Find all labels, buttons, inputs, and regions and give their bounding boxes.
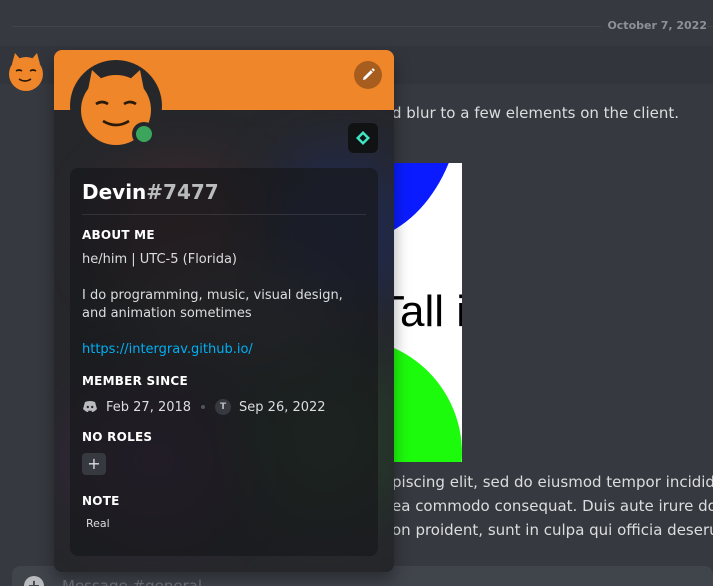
- about-link[interactable]: https://intergrav.github.io/: [82, 342, 253, 357]
- discord-icon: [83, 401, 97, 412]
- add-attachment-icon[interactable]: +: [24, 576, 44, 586]
- message-text: d blur to a few elements on the client.: [392, 104, 679, 122]
- note-input[interactable]: Real: [82, 517, 366, 530]
- discord-join-date: Feb 27, 2018: [106, 399, 192, 415]
- member-since-row: Feb 27, 2018 T Sep 26, 2022: [82, 397, 366, 417]
- message-text-lorem-1: piscing elit, sed do eiusmod tempor inci…: [392, 473, 713, 491]
- about-me-heading: About Me: [82, 228, 155, 242]
- profile-avatar[interactable]: [70, 60, 162, 152]
- profile-badge[interactable]: [348, 123, 378, 153]
- separator-dot: [201, 405, 206, 409]
- server-icon[interactable]: T: [215, 399, 232, 415]
- message-text-lorem-3: on proident, sunt in culpa qui officia d…: [392, 521, 713, 539]
- profile-body: Devin#7477 About Me he/him | UTC-5 (Flor…: [70, 168, 378, 556]
- edit-profile-button[interactable]: [354, 61, 382, 89]
- date-divider-label: October 7, 2022: [601, 19, 707, 32]
- message-author-avatar[interactable]: [6, 52, 46, 92]
- discriminator-text: #7477: [146, 180, 219, 204]
- image-caption-text: Tall image: [392, 287, 462, 336]
- user-profile-popout: Devin#7477 About Me he/him | UTC-5 (Flor…: [54, 50, 394, 572]
- image-green-shape: [392, 338, 462, 462]
- status-indicator: [132, 122, 156, 146]
- profile-username[interactable]: Devin#7477: [82, 180, 366, 204]
- server-join-date: Sep 26, 2022: [239, 399, 326, 415]
- pencil-icon: [363, 68, 375, 80]
- member-since-heading: Member Since: [82, 374, 188, 388]
- about-line-pronouns: he/him | UTC-5 (Florida): [82, 252, 238, 267]
- note-heading: Note: [82, 494, 120, 508]
- about-me-text: he/him | UTC-5 (Florida) I do programmin…: [82, 251, 366, 359]
- online-status-dot: [136, 126, 152, 142]
- composer-placeholder[interactable]: Message #general: [62, 577, 202, 586]
- image-blue-shape: [392, 163, 462, 243]
- about-line-bio: I do programming, music, visual design, …: [82, 288, 343, 321]
- roles-heading: No Roles: [82, 430, 153, 444]
- divider: [82, 214, 366, 215]
- diamond-badge-icon: [356, 131, 370, 145]
- username-text: Devin: [82, 180, 147, 204]
- add-role-button[interactable]: +: [82, 453, 106, 475]
- message-text-lorem-2: ea commodo consequat. Duis aute irure do…: [392, 497, 713, 515]
- message-image-attachment[interactable]: Tall image: [392, 163, 462, 462]
